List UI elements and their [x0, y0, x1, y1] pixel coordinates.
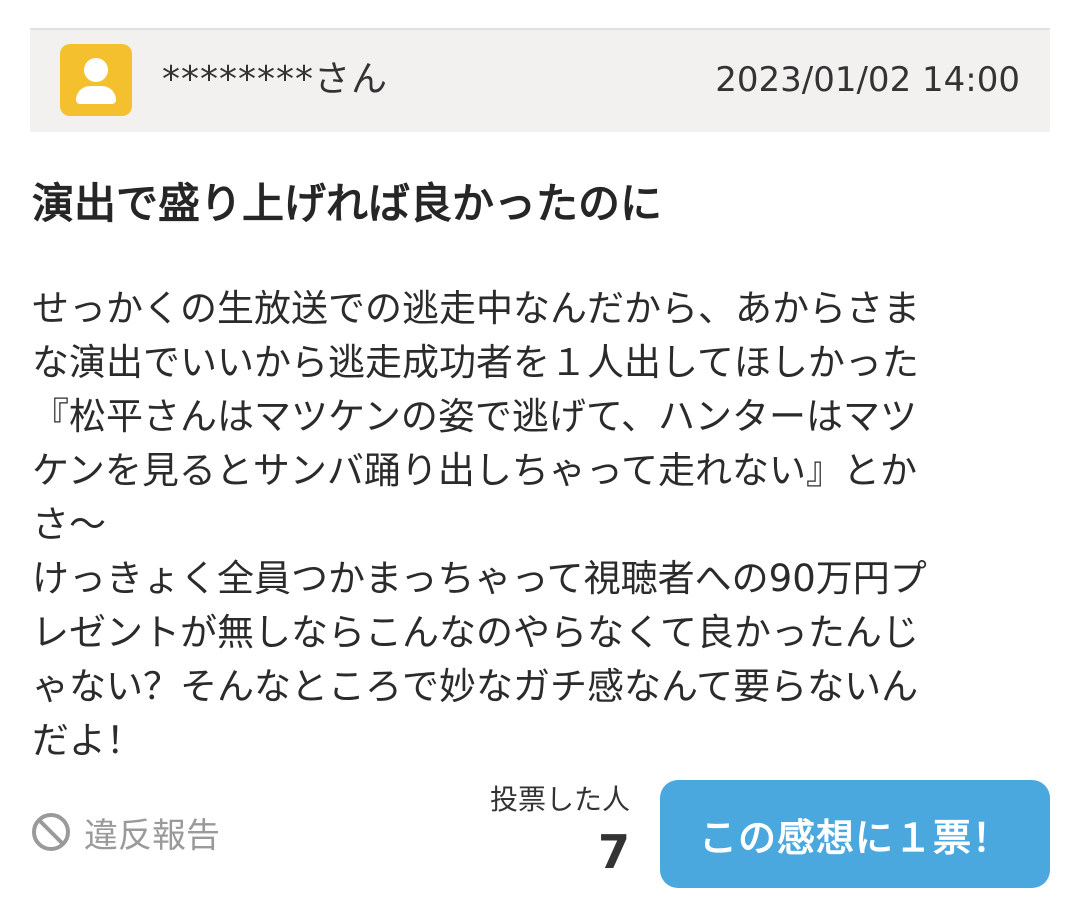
- review-body-line: だよ！: [32, 719, 143, 762]
- review-title: 演出で盛り上げれば良かったのに: [32, 179, 663, 228]
- user-icon-body: [76, 86, 116, 104]
- report-violation-link[interactable]: 違反報告: [30, 808, 220, 856]
- user-icon-head: [84, 58, 108, 82]
- review-body-line: ケンを見るとサンバ踊り出しちゃって走れない』とか: [32, 449, 918, 492]
- review-card: ********さん 2023/01/02 14:00 演出で盛り上げれば良かっ…: [0, 0, 1080, 922]
- username: ********さん: [162, 59, 389, 100]
- review-body-line: ゃない？そんなところで妙なガチ感なんて要らないん: [32, 665, 919, 708]
- review-body-line: 『松平さんはマツケンの姿で逃げて、ハンターはマツ: [32, 395, 918, 438]
- review-body-line: な演出でいいから逃走成功者を１人出してほしかった: [32, 341, 919, 384]
- review-header: ********さん 2023/01/02 14:00: [30, 28, 1050, 132]
- review-body-line: けっきょく全員つかまっちゃって視聴者への90万円プ: [32, 557, 927, 600]
- vote-button[interactable]: この感想に１票！: [660, 780, 1050, 888]
- post-datetime: 2023/01/02 14:00: [715, 60, 1020, 100]
- vote-count-label: 投票した人: [489, 783, 630, 816]
- review-body-line: さ～: [32, 503, 106, 546]
- review-body: せっかくの生放送での逃走中なんだから、あからさま な演出でいいから逃走成功者を１…: [32, 282, 1044, 768]
- report-violation-label: 違反報告: [84, 815, 220, 856]
- vote-count: 7: [597, 825, 630, 879]
- review-body-line: せっかくの生放送での逃走中なんだから、あからさま: [32, 287, 920, 330]
- user-icon: [60, 44, 132, 116]
- prohibited-icon: [32, 813, 70, 851]
- review-body-line: レゼントが無しならこんなのやらなくて良かったんじ: [32, 611, 919, 654]
